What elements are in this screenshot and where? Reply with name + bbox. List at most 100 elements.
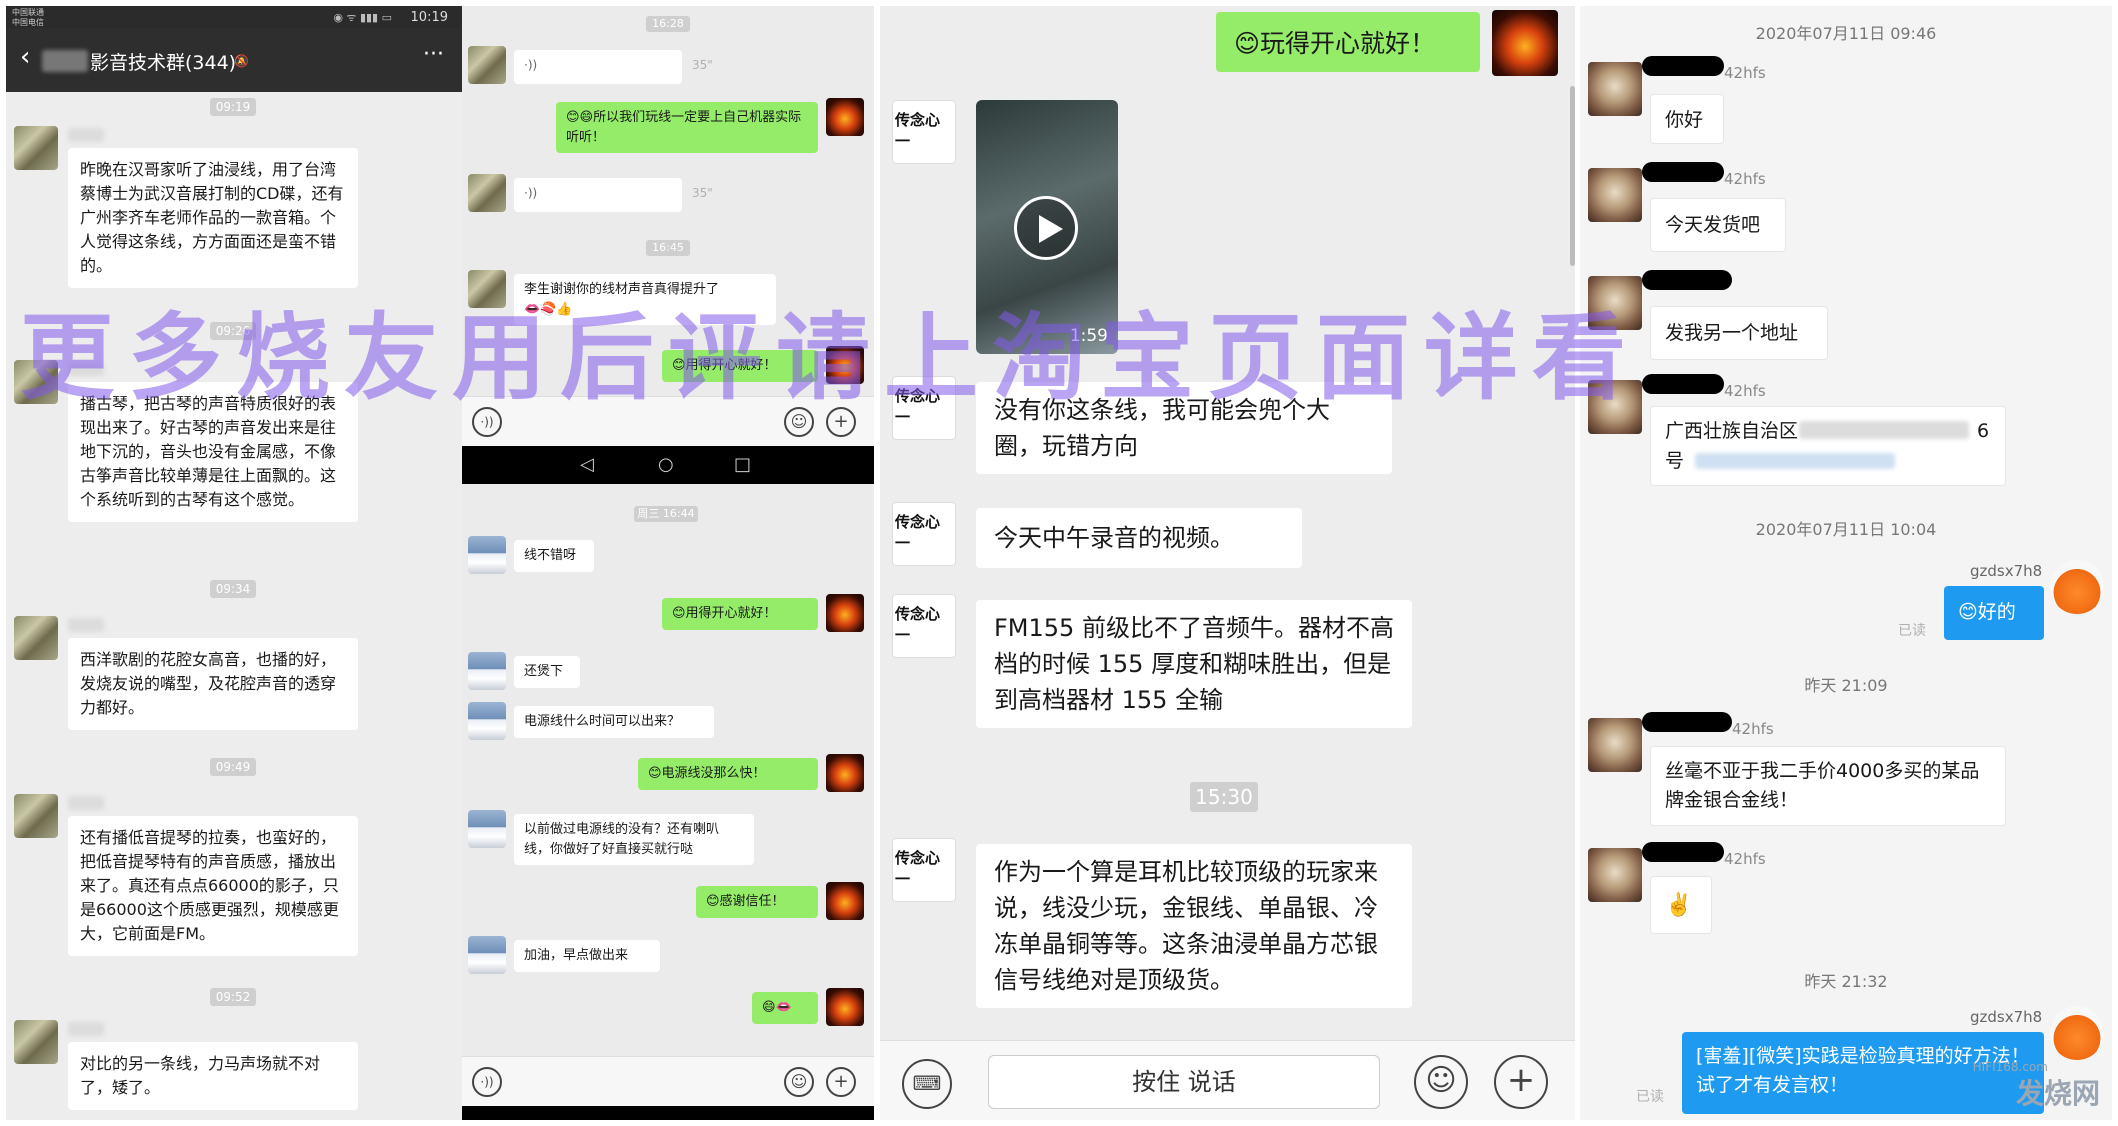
message-bubble[interactable]: 电源线什么时间可以出来？ <box>514 706 714 738</box>
message-bubble[interactable]: 今天中午录音的视频。 <box>976 508 1302 568</box>
emoji-icon[interactable]: ☺ <box>784 407 814 437</box>
chat-header: ‹ 影音技术群(344) 🔕 ··· <box>6 28 462 92</box>
avatar[interactable] <box>468 46 506 84</box>
message-bubble[interactable]: 😊电源线没那么快！ <box>638 758 818 790</box>
play-icon[interactable] <box>1014 196 1078 260</box>
avatar[interactable] <box>468 652 506 690</box>
avatar[interactable] <box>468 270 506 308</box>
avatar[interactable] <box>826 98 864 136</box>
avatar[interactable]: 传念心一 <box>892 100 956 164</box>
message-bubble[interactable]: 对比的另一条线，力马声场就不对了，矮了。 <box>68 1042 358 1110</box>
voice-toggle-icon[interactable]: ·)) <box>472 1067 502 1097</box>
voice-wave-icon: ·)) <box>524 186 538 200</box>
message-bubble[interactable]: 😊😄所以我们玩线一定要上自己机器实际听听！ <box>556 102 818 153</box>
message-bubble[interactable]: 线不错呀 <box>514 540 594 572</box>
avatar-logo-text: 传念心一 <box>895 605 941 644</box>
avatar[interactable] <box>468 174 506 212</box>
video-thumbnail[interactable]: 1:59 <box>976 100 1118 354</box>
emoji-icon[interactable]: ☺ <box>784 1067 814 1097</box>
blurred-name <box>42 50 88 72</box>
message-bubble[interactable]: 😄👄 <box>752 992 818 1024</box>
nav-home-icon[interactable]: ○ <box>658 454 674 475</box>
sender-name <box>68 796 104 810</box>
avatar[interactable] <box>1492 10 1558 76</box>
message-bubble[interactable]: 今天发货吧 <box>1650 198 1786 252</box>
message-bubble[interactable]: 李生谢谢你的线材声音真得提升了 👄🍣👍 <box>514 274 776 325</box>
plus-icon[interactable]: + <box>1494 1055 1548 1109</box>
keyboard-icon[interactable]: ⌨ <box>902 1059 952 1109</box>
message-bubble[interactable]: 广西壮族自治区 6 号 <box>1650 406 2006 486</box>
sender-name: 42hfs <box>1724 170 1766 188</box>
sender-name <box>68 1022 104 1036</box>
avatar[interactable] <box>826 594 864 632</box>
input-bar: ⌨ 按住 说话 ☺ + <box>880 1040 1575 1120</box>
message-bubble[interactable]: 西洋歌剧的花腔女高音，也播的好，发烧友说的嘴型，及花腔声音的透穿力都好。 <box>68 638 358 730</box>
message-bubble[interactable]: 没有你这条线，我可能会兜个大圈，玩错方向 <box>976 382 1392 474</box>
message-bubble[interactable]: 😊玩得开心就好！ <box>1216 12 1480 72</box>
avatar[interactable] <box>1588 380 1642 434</box>
message-bubble[interactable]: 😊用得开心就好！ <box>662 598 818 630</box>
message-bubble[interactable]: ✌️ <box>1650 876 1712 934</box>
avatar[interactable] <box>14 1020 58 1064</box>
message-bubble[interactable]: 还煲下 <box>514 656 580 688</box>
message-bubble[interactable]: 还有播低音提琴的拉奏，也蛮好的，把低音提琴特有的声音质感，播放出来了。真还有点点… <box>68 816 358 956</box>
avatar[interactable]: 传念心一 <box>892 838 956 902</box>
redacted-name <box>1642 374 1724 394</box>
emoji-icon[interactable]: ☺ <box>1414 1055 1468 1109</box>
avatar[interactable] <box>1588 718 1642 772</box>
timestamp: 09:19 <box>210 98 256 116</box>
status-bar: 中国联通 中国电信 10:19 ◉ ᯤ ▮▮▮ ▭ <box>6 6 462 28</box>
avatar[interactable] <box>14 126 58 170</box>
scrollbar[interactable] <box>1570 86 1575 266</box>
message-bubble[interactable]: 以前做过电源线的没有？还有喇叭线，你做好了好直接买就行哒 <box>514 814 754 865</box>
avatar[interactable] <box>14 794 58 838</box>
back-arrow-icon[interactable]: ‹ <box>20 42 30 72</box>
nav-back-icon[interactable]: ◁ <box>580 454 594 475</box>
message-bubble[interactable]: 加油，早点做出来 <box>514 940 660 972</box>
message-bubble[interactable]: 😊好的 <box>1944 586 2044 640</box>
avatar[interactable] <box>1588 276 1642 330</box>
message-bubble[interactable]: 😊感谢信任！ <box>696 886 818 918</box>
avatar[interactable] <box>468 810 506 848</box>
message-bubble[interactable]: 作为一个算是耳机比较顶级的玩家来说，线没少玩，金银线、单晶银、冷冻单晶铜等等。这… <box>976 844 1412 1008</box>
avatar[interactable] <box>468 936 506 974</box>
sender-name: gzdsx7h8 <box>1970 1008 2043 1026</box>
sender-name <box>68 362 104 376</box>
avatar[interactable] <box>826 346 864 384</box>
hold-to-talk-button[interactable]: 按住 说话 <box>988 1055 1380 1109</box>
sender-name: 42hfs <box>1732 720 1774 738</box>
message-bubble[interactable]: 播古琴，把古琴的声音特质很好的表现出来了。好古琴的声音发出来是往地下沉的，音头也… <box>68 382 358 522</box>
avatar[interactable] <box>14 360 58 404</box>
message-bubble[interactable]: 发我另一个地址 <box>1650 306 1828 360</box>
voice-message[interactable]: ·)) <box>514 178 682 212</box>
avatar[interactable] <box>2050 1006 2104 1060</box>
video-chat-panel: 😊玩得开心就好！ 传念心一 1:59 传念心一 没有你这条线，我可能会兜个大圈，… <box>880 6 1575 1120</box>
message-bubble[interactable]: 😊用得开心就好！ <box>662 350 818 382</box>
avatar[interactable]: 传念心一 <box>892 376 956 440</box>
private-chat-panel: 16:28 ·)) 35" 😊😄所以我们玩线一定要上自己机器实际听听！ ·)) … <box>462 6 874 1120</box>
avatar[interactable] <box>2050 560 2104 614</box>
message-bubble[interactable]: 你好 <box>1650 94 1724 144</box>
avatar[interactable] <box>826 754 864 792</box>
avatar[interactable] <box>468 536 506 574</box>
nav-recent-icon[interactable]: □ <box>734 454 751 475</box>
avatar[interactable] <box>468 702 506 740</box>
message-bubble[interactable]: 昨晚在汉哥家听了油浸线，用了台湾蔡博士为武汉音展打制的CD碟，还有广州李齐车老师… <box>68 148 358 288</box>
message-bubble[interactable]: 丝毫不亚于我二手价4000多买的某品牌金银合金线！ <box>1650 746 2006 826</box>
avatar[interactable] <box>826 882 864 920</box>
plus-icon[interactable]: + <box>826 407 856 437</box>
avatar[interactable] <box>1588 62 1642 116</box>
avatar[interactable]: 传念心一 <box>892 594 956 658</box>
message-bubble[interactable]: FM155 前级比不了音频牛。器材不高档的时候 155 厚度和糊味胜出，但是到高… <box>976 600 1412 728</box>
avatar[interactable] <box>1588 848 1642 902</box>
avatar-logo-text: 传念心一 <box>895 849 941 888</box>
voice-message[interactable]: ·)) <box>514 50 682 84</box>
voice-toggle-icon[interactable]: ·)) <box>472 407 502 437</box>
avatar[interactable] <box>14 616 58 660</box>
avatar[interactable]: 传念心一 <box>892 502 956 566</box>
avatar[interactable] <box>1588 168 1642 222</box>
read-receipt: 已读 <box>1898 623 1926 639</box>
plus-icon[interactable]: + <box>826 1067 856 1097</box>
avatar[interactable] <box>826 988 864 1026</box>
more-icon[interactable]: ··· <box>423 42 444 67</box>
